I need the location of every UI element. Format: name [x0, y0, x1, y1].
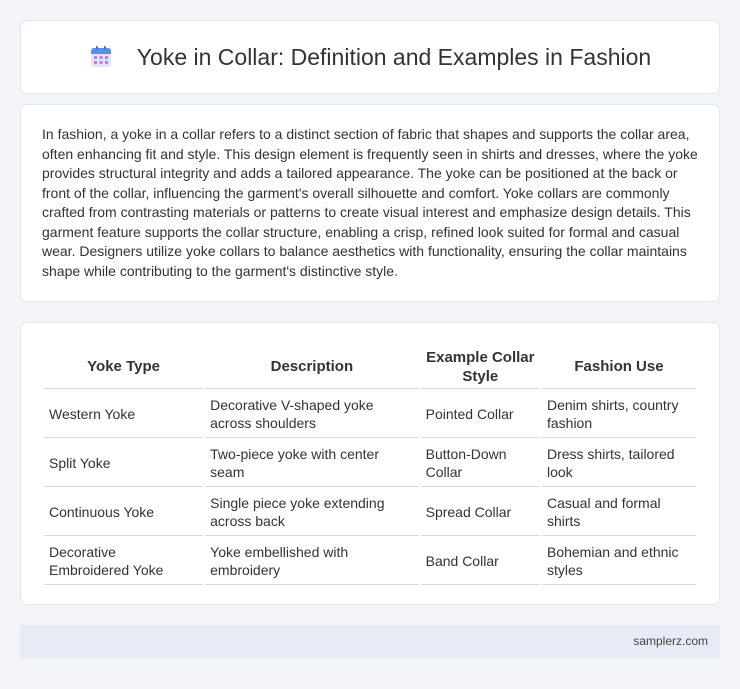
cell-yoke-type: Western Yoke	[44, 391, 204, 438]
calendar-icon	[89, 45, 113, 69]
table-row: Western Yoke Decorative V-shaped yoke ac…	[44, 391, 696, 438]
cell-description: Decorative V-shaped yoke across shoulder…	[205, 391, 419, 438]
cell-yoke-type: Continuous Yoke	[44, 489, 204, 536]
cell-fashion-use: Dress shirts, tailored look	[541, 440, 696, 487]
cell-collar-style: Spread Collar	[420, 489, 540, 536]
table-card: Yoke Type Description Example Collar Sty…	[20, 322, 720, 605]
cell-yoke-type: Decorative Embroidered Yoke	[44, 538, 204, 585]
header-fashion-use: Fashion Use	[541, 345, 696, 389]
table-row: Split Yoke Two-piece yoke with center se…	[44, 440, 696, 487]
cell-description: Two-piece yoke with center seam	[205, 440, 419, 487]
header-example-collar-style: Example Collar Style	[420, 345, 540, 389]
yoke-types-table: Yoke Type Description Example Collar Sty…	[42, 343, 698, 587]
title-card: Yoke in Collar: Definition and Examples …	[20, 20, 720, 94]
cell-fashion-use: Bohemian and ethnic styles	[541, 538, 696, 585]
header-yoke-type: Yoke Type	[44, 345, 204, 389]
cell-description: Yoke embellished with embroidery	[205, 538, 419, 585]
header-description: Description	[205, 345, 419, 389]
description-card: In fashion, a yoke in a collar refers to…	[20, 104, 720, 302]
footer: samplerz.com	[20, 625, 720, 658]
description-text: In fashion, a yoke in a collar refers to…	[42, 126, 698, 279]
cell-collar-style: Button-Down Collar	[420, 440, 540, 487]
table-header-row: Yoke Type Description Example Collar Sty…	[44, 345, 696, 389]
cell-fashion-use: Denim shirts, country fashion	[541, 391, 696, 438]
cell-collar-style: Pointed Collar	[420, 391, 540, 438]
footer-site-link[interactable]: samplerz.com	[633, 634, 708, 648]
table-row: Continuous Yoke Single piece yoke extend…	[44, 489, 696, 536]
cell-collar-style: Band Collar	[420, 538, 540, 585]
cell-fashion-use: Casual and formal shirts	[541, 489, 696, 536]
table-row: Decorative Embroidered Yoke Yoke embelli…	[44, 538, 696, 585]
cell-description: Single piece yoke extending across back	[205, 489, 419, 536]
page-title: Yoke in Collar: Definition and Examples …	[136, 43, 652, 70]
cell-yoke-type: Split Yoke	[44, 440, 204, 487]
